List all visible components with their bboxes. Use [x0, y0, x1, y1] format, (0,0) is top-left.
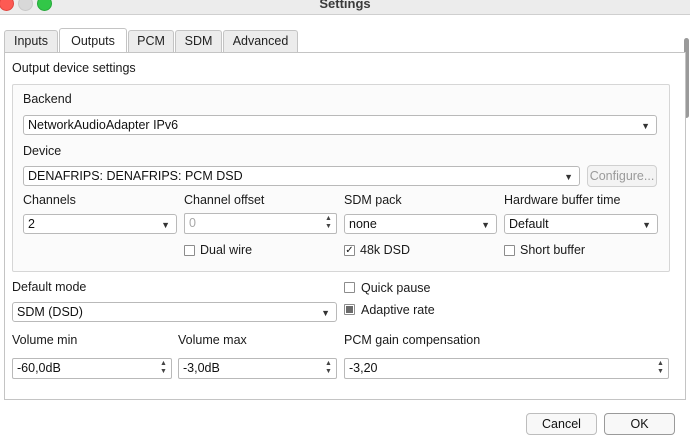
sdm-pack-label: SDM pack: [344, 193, 402, 207]
volume-min-label: Volume min: [12, 333, 78, 347]
channels-value: 2: [28, 217, 35, 231]
chevron-down-icon: ▼: [161, 220, 170, 230]
hardware-buffer-label: Hardware buffer time: [504, 193, 621, 207]
stepper-arrows-icon[interactable]: ▲ ▼: [323, 360, 334, 377]
configure-button[interactable]: Configure...: [587, 165, 657, 187]
tab-sdm[interactable]: SDM: [175, 30, 222, 52]
adaptive-rate-checkbox[interactable]: [344, 304, 355, 315]
pcm-gain-label: PCM gain compensation: [344, 333, 481, 347]
device-select[interactable]: DENAFRIPS: DENAFRIPS: PCM DSD ▼: [23, 166, 580, 186]
chevron-down-icon: ▼: [321, 308, 330, 318]
cancel-button[interactable]: Cancel: [526, 413, 597, 435]
volume-max-stepper[interactable]: -3,0dB ▲ ▼: [178, 358, 337, 379]
channel-offset-label: Channel offset: [184, 193, 265, 207]
volume-min-stepper[interactable]: -60,0dB ▲ ▼: [12, 358, 172, 379]
tab-advanced[interactable]: Advanced: [223, 30, 298, 52]
title-bar: Settings: [0, 0, 690, 15]
48k-dsd-label: 48k DSD: [360, 243, 411, 257]
48k-dsd-checkbox[interactable]: ✓: [344, 245, 355, 256]
short-buffer-label: Short buffer: [520, 243, 586, 257]
checkmark-icon: ✓: [345, 245, 354, 256]
tab-inputs[interactable]: Inputs: [4, 30, 58, 52]
device-label: Device: [23, 144, 62, 158]
backend-value: NetworkAudioAdapter IPv6: [28, 118, 179, 132]
pcm-gain-stepper[interactable]: -3,20 ▲ ▼: [344, 358, 669, 379]
dual-wire-label: Dual wire: [200, 243, 253, 257]
output-device-heading: Output device settings: [12, 61, 136, 75]
backend-label: Backend: [23, 92, 72, 106]
channels-label: Channels: [23, 193, 76, 207]
hardware-buffer-select[interactable]: Default ▼: [504, 214, 658, 234]
ok-button[interactable]: OK: [604, 413, 675, 435]
hardware-buffer-value: Default: [509, 217, 549, 231]
volume-max-value: -3,0dB: [183, 361, 220, 375]
chevron-down-icon: ▼: [564, 172, 573, 182]
stepper-arrows-icon[interactable]: ▲ ▼: [655, 360, 666, 377]
channel-offset-stepper[interactable]: 0 ▲ ▼: [184, 213, 337, 234]
stepper-arrows-icon[interactable]: ▲ ▼: [158, 360, 169, 377]
adaptive-rate-label: Adaptive rate: [361, 303, 435, 317]
default-mode-label: Default mode: [12, 280, 87, 294]
channel-offset-value: 0: [189, 216, 196, 230]
quick-pause-label: Quick pause: [361, 281, 431, 295]
chevron-down-icon: ▼: [642, 220, 651, 230]
chevron-down-icon: ▼: [481, 220, 490, 230]
sdm-pack-select[interactable]: none ▼: [344, 214, 497, 234]
default-mode-value: SDM (DSD): [17, 305, 83, 319]
tab-outputs[interactable]: Outputs: [59, 28, 127, 52]
tab-pcm[interactable]: PCM: [128, 30, 174, 52]
volume-min-value: -60,0dB: [17, 361, 61, 375]
quick-pause-checkbox[interactable]: [344, 282, 355, 293]
window-title: Settings: [319, 0, 371, 11]
pcm-gain-value: -3,20: [349, 361, 378, 375]
default-mode-select[interactable]: SDM (DSD) ▼: [12, 302, 337, 322]
backend-select[interactable]: NetworkAudioAdapter IPv6 ▼: [23, 115, 657, 135]
stepper-arrows-icon[interactable]: ▲ ▼: [323, 215, 334, 232]
device-value: DENAFRIPS: DENAFRIPS: PCM DSD: [28, 169, 243, 183]
short-buffer-checkbox[interactable]: [504, 245, 515, 256]
chevron-down-icon: ▼: [641, 121, 650, 131]
channels-select[interactable]: 2 ▼: [23, 214, 177, 234]
sdm-pack-value: none: [349, 217, 377, 231]
volume-max-label: Volume max: [178, 333, 247, 347]
dual-wire-checkbox[interactable]: [184, 245, 195, 256]
